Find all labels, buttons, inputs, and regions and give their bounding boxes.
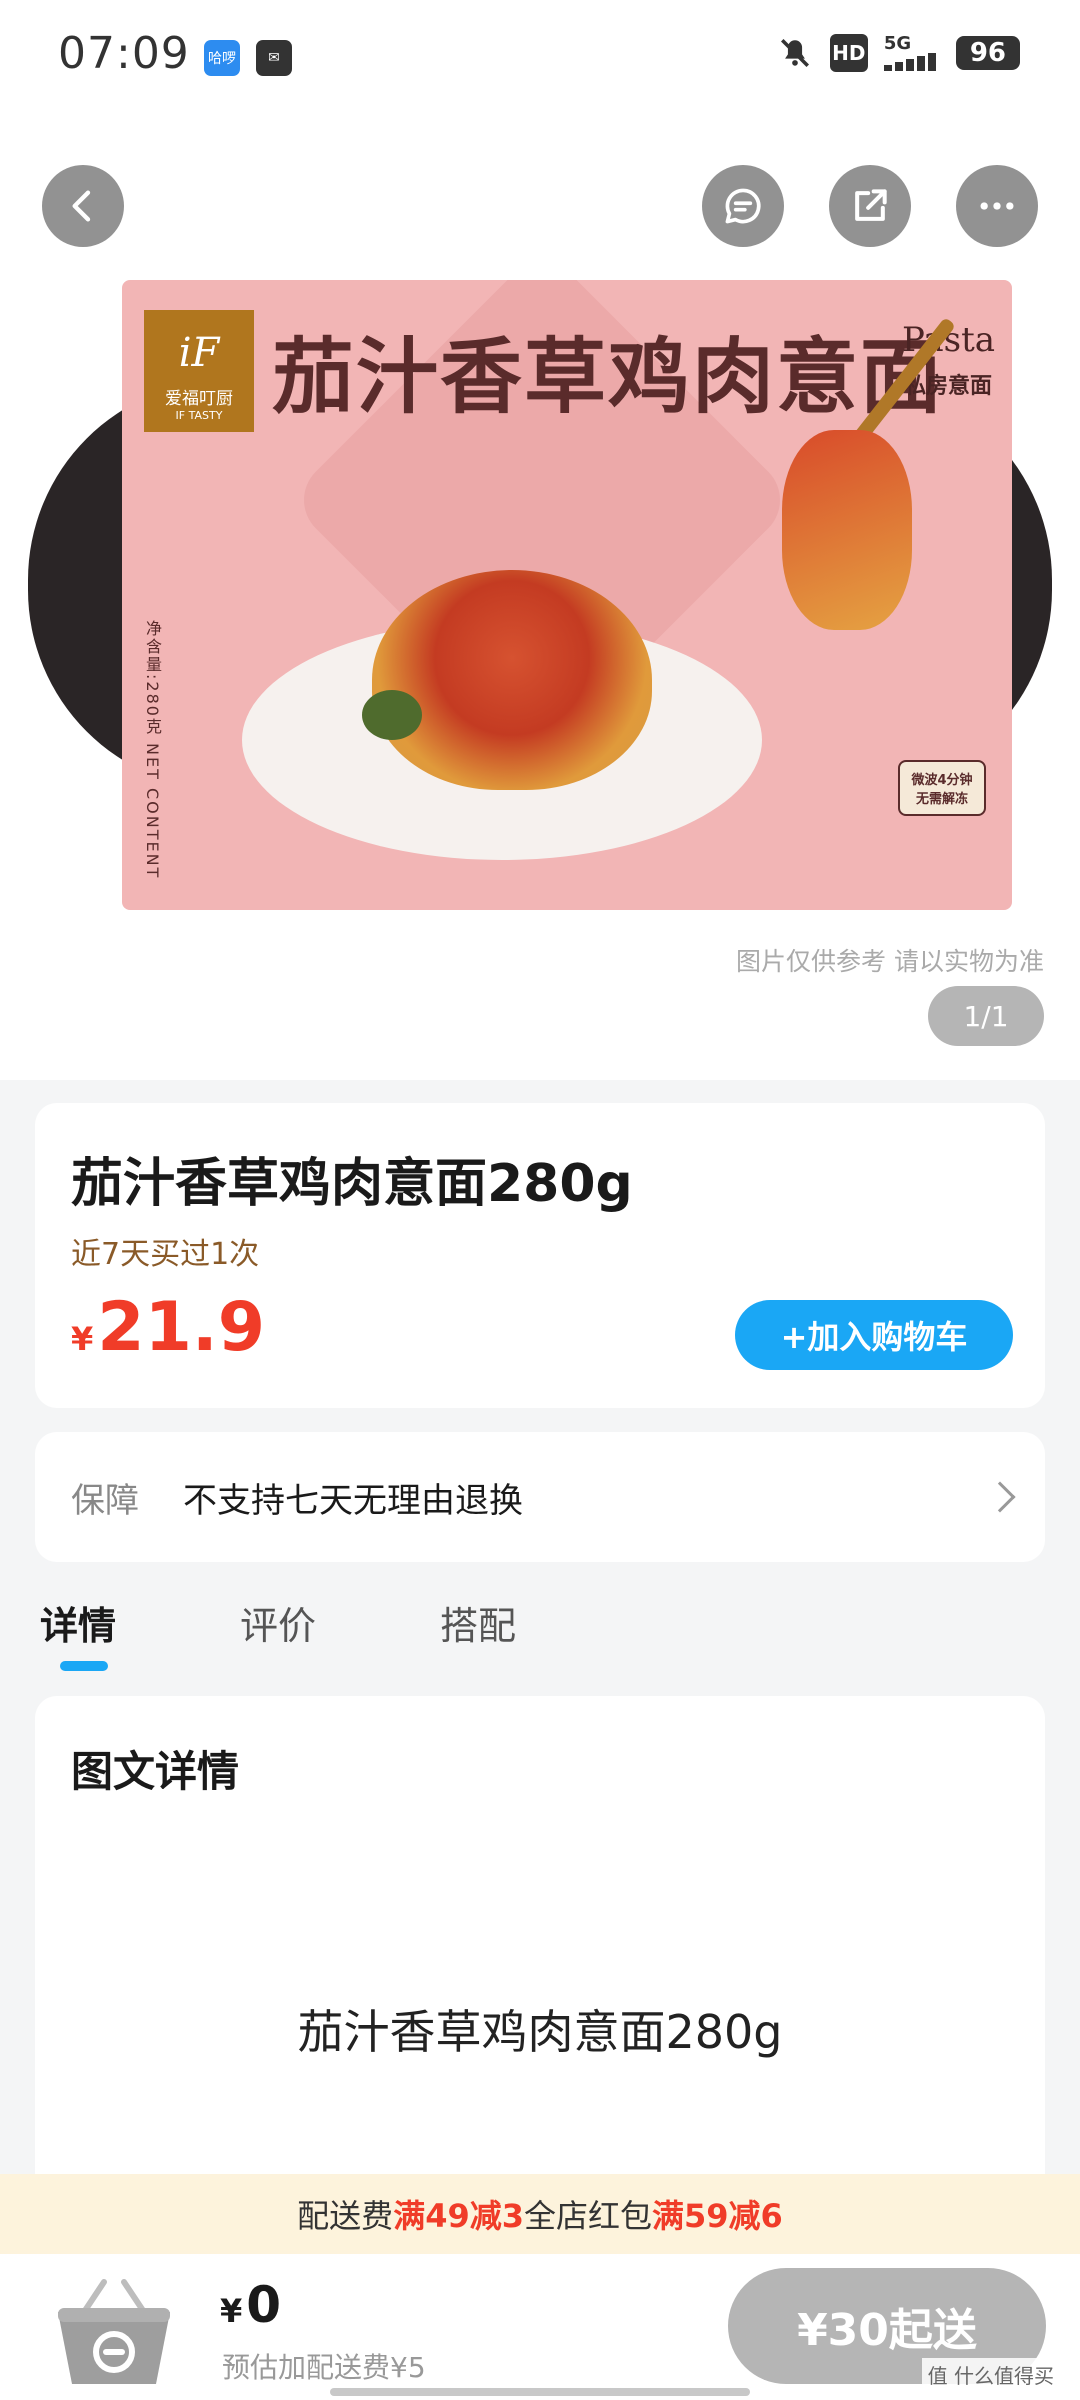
pasta-graphic — [372, 570, 652, 790]
promo-fee-discount: 满49减3 — [393, 2197, 524, 2235]
add-to-cart-button[interactable]: +加入购物车 — [735, 1300, 1013, 1370]
home-indicator[interactable] — [330, 2388, 750, 2396]
brand-name: 爱福叮厨 — [165, 389, 233, 409]
tab-reviews[interactable]: 评价 — [240, 1595, 316, 1650]
package-badge-line1: 微波4分钟 — [911, 773, 973, 788]
promo-store-discount: 满59减6 — [652, 2197, 783, 2235]
chat-button[interactable] — [702, 165, 784, 247]
system-status-icons: HD 5G 96 — [776, 34, 1020, 72]
status-bar: 07:09 哈啰 ✉ HD 5G 96 — [0, 0, 1080, 110]
price-amount: 21.9 — [97, 1288, 266, 1367]
share-icon — [855, 189, 887, 221]
bottom-cart-bar: ¥ 0 预估加配送费¥5 ¥30起送 值 什么值得买 — [0, 2254, 1080, 2400]
network-type: 5G — [883, 33, 912, 54]
package-title: 茄汁香草鸡肉意面 — [272, 330, 945, 425]
product-image-area[interactable]: iF 爱福叮厨 IF TASTY 茄汁香草鸡肉意面 Pasta 私房意面 净含量… — [0, 110, 1080, 1080]
package-badge-line2: 无需解冻 — [915, 792, 968, 807]
watermark: 值 什么值得买 — [921, 2358, 1060, 2391]
product-title: 茄汁香草鸡肉意面280g — [71, 1154, 633, 1214]
guarantee-label: 保障 — [71, 1480, 139, 1521]
mute-icon — [776, 34, 814, 72]
product-info-card: 茄汁香草鸡肉意面280g 近7天买过1次 ¥ 21.9 +加入购物车 — [35, 1103, 1045, 1408]
active-tab-indicator — [60, 1661, 108, 1671]
brand-name-en: IF TASTY — [175, 409, 223, 422]
more-button[interactable] — [956, 165, 1038, 247]
basil-graphic — [362, 690, 422, 740]
cart-total-amount: 0 — [246, 2276, 282, 2334]
back-button[interactable] — [42, 165, 124, 247]
delivery-promo-banner[interactable]: 配送费 满49减3 全店红包 满59减6 — [0, 2174, 1080, 2254]
promo-label-store: 全店红包 — [524, 2197, 653, 2235]
delivery-fee-note: 预估加配送费¥5 — [222, 2351, 426, 2384]
chevron-right-icon — [984, 1481, 1016, 1513]
app-notification-icon: 哈啰 — [204, 40, 240, 76]
detail-text: 茄汁香草鸡肉意面280g — [297, 2005, 783, 2059]
image-counter: 1/1 — [928, 986, 1044, 1046]
battery-icon: 96 — [955, 36, 1020, 70]
product-price: ¥ 21.9 — [71, 1288, 265, 1367]
message-notification-icon: ✉ — [256, 40, 292, 76]
cart-total-currency: ¥ — [220, 2292, 243, 2330]
tab-pairings[interactable]: 搭配 — [440, 1595, 516, 1650]
cart-basket-button[interactable] — [44, 2272, 184, 2392]
package-badge: 微波4分钟 无需解冻 — [898, 760, 986, 816]
chevron-left-icon — [72, 190, 91, 222]
detail-heading: 图文详情 — [71, 1747, 240, 1796]
guarantee-row[interactable]: 保障 不支持七天无理由退换 — [35, 1432, 1045, 1562]
brand-logo: iF 爱福叮厨 IF TASTY — [144, 310, 254, 432]
purchase-history-note: 近7天买过1次 — [71, 1237, 260, 1272]
cart-total: ¥ 0 — [220, 2276, 281, 2334]
chat-icon — [725, 188, 761, 224]
signal-icon: 5G — [883, 33, 940, 72]
basket-icon — [58, 2279, 170, 2384]
package-net-content: 净含量:280克 NET CONTENT — [143, 620, 162, 880]
tab-details[interactable]: 详情 — [40, 1595, 116, 1650]
status-time: 07:09 — [58, 28, 190, 79]
promo-label-fee: 配送费 — [297, 2197, 394, 2235]
image-disclaimer: 图片仅供参考 请以实物为准 — [736, 947, 1044, 976]
price-currency: ¥ — [71, 1320, 94, 1358]
product-image[interactable]: iF 爱福叮厨 IF TASTY 茄汁香草鸡肉意面 Pasta 私房意面 净含量… — [122, 280, 1012, 910]
guarantee-value: 不支持七天无理由退换 — [183, 1480, 523, 1521]
hd-icon: HD — [829, 34, 868, 72]
fork-pasta-graphic — [782, 430, 912, 630]
share-button[interactable] — [829, 165, 911, 247]
more-icon — [980, 202, 1014, 210]
